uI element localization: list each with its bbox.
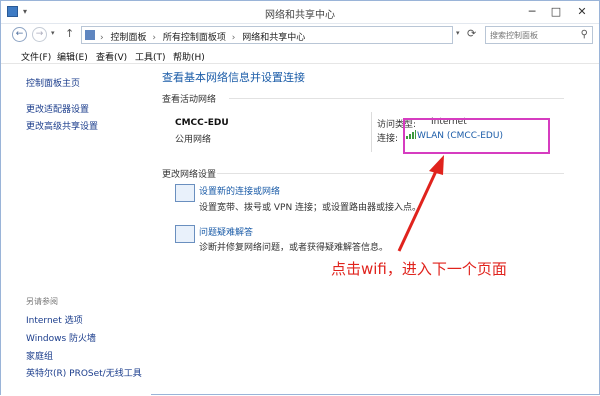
network-sharing-center-window: ▾ 网络和共享中心 ─ □ ✕ ← → ▾ ↑ › 控制面板 › 所有控制面板项… bbox=[0, 0, 600, 395]
annotation-arrow bbox=[397, 155, 444, 252]
annotation-text: 点击wifi，进入下一个页面 bbox=[331, 260, 507, 278]
